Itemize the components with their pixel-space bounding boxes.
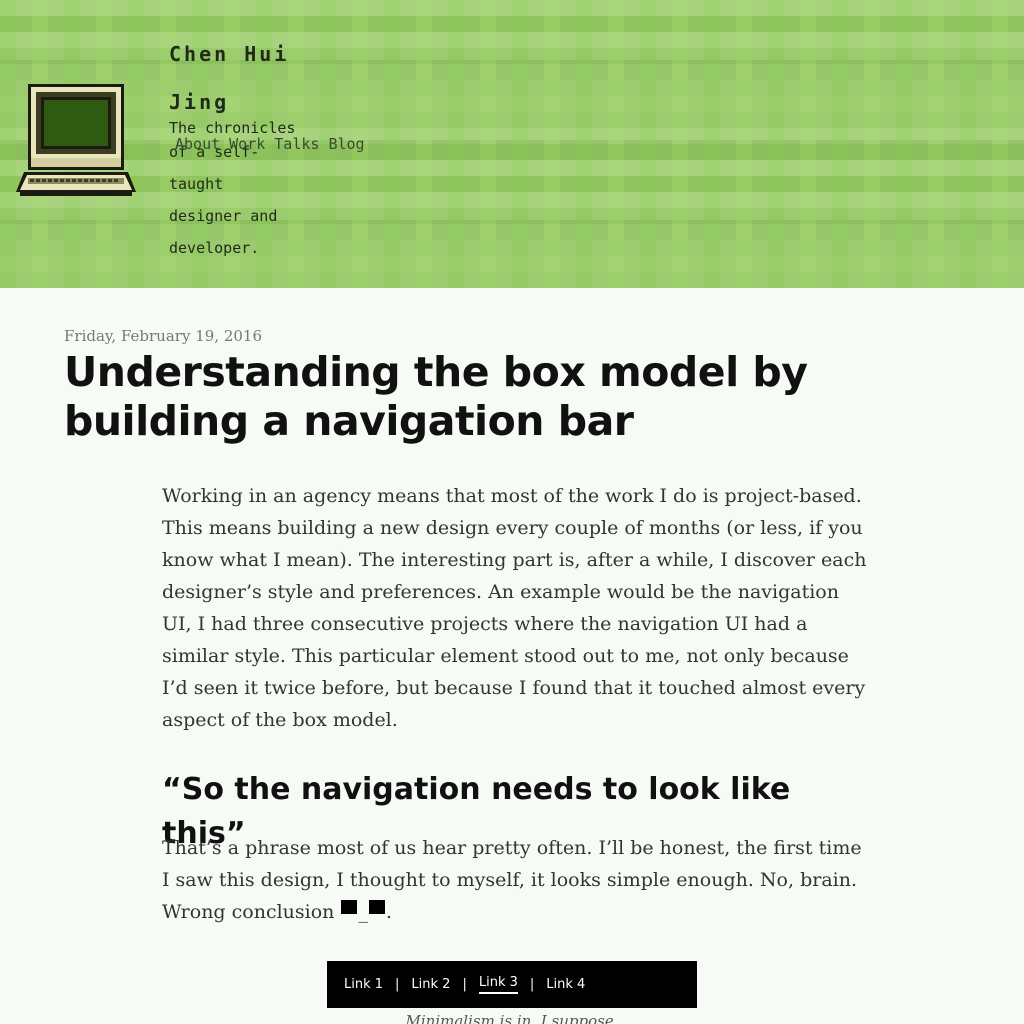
site-header: Chen Hui Jing The chronicles of a self-t… (0, 0, 1024, 288)
nav-item-talks[interactable]: Talks (274, 135, 319, 153)
emoticon-mouth: _ (358, 901, 368, 923)
demo-separator: | (395, 977, 400, 992)
page-title: Understanding the box model by building … (64, 348, 808, 445)
demo-link-4[interactable]: Link 4 (546, 977, 585, 992)
demo-separator: | (462, 977, 467, 992)
tagline-first-line: The chronicles (169, 119, 296, 137)
demo-link-3[interactable]: Link 3 (478, 975, 518, 994)
demo-link-1[interactable]: Link 1 (344, 977, 383, 992)
tagline-rest: of a self-taught designer and developer. (169, 143, 278, 257)
retro-computer-icon (16, 84, 136, 196)
site-title[interactable]: Chen Hui Jing (169, 30, 309, 126)
second-paragraph-text: That’s a phrase most of us hear pretty o… (162, 837, 862, 923)
second-paragraph: That’s a phrase most of us hear pretty o… (162, 832, 872, 928)
emoticon: _ (340, 900, 386, 923)
post-date: Friday, February 19, 2016 (64, 327, 262, 345)
demo-separator: | (529, 977, 535, 992)
intro-paragraph: Working in an agency means that most of … (162, 485, 867, 731)
nav-item-about[interactable]: About (175, 135, 220, 153)
pixel-background (0, 0, 1024, 288)
emoticon-eye-left-icon (341, 900, 358, 914)
second-paragraph-end: . (385, 901, 393, 923)
figure-caption: Minimalism is in, I suppose. (405, 1012, 619, 1024)
main-nav: About Work Talks Blog (175, 135, 365, 153)
emoticon-eye-right-icon (368, 900, 385, 914)
demo-link-2[interactable]: Link 2 (411, 977, 450, 992)
demo-navigation-bar: Link 1 | Link 2 | Link 3 | Link 4 (327, 961, 697, 1008)
nav-item-work[interactable]: Work (229, 135, 265, 153)
nav-item-blog[interactable]: Blog (328, 135, 364, 153)
